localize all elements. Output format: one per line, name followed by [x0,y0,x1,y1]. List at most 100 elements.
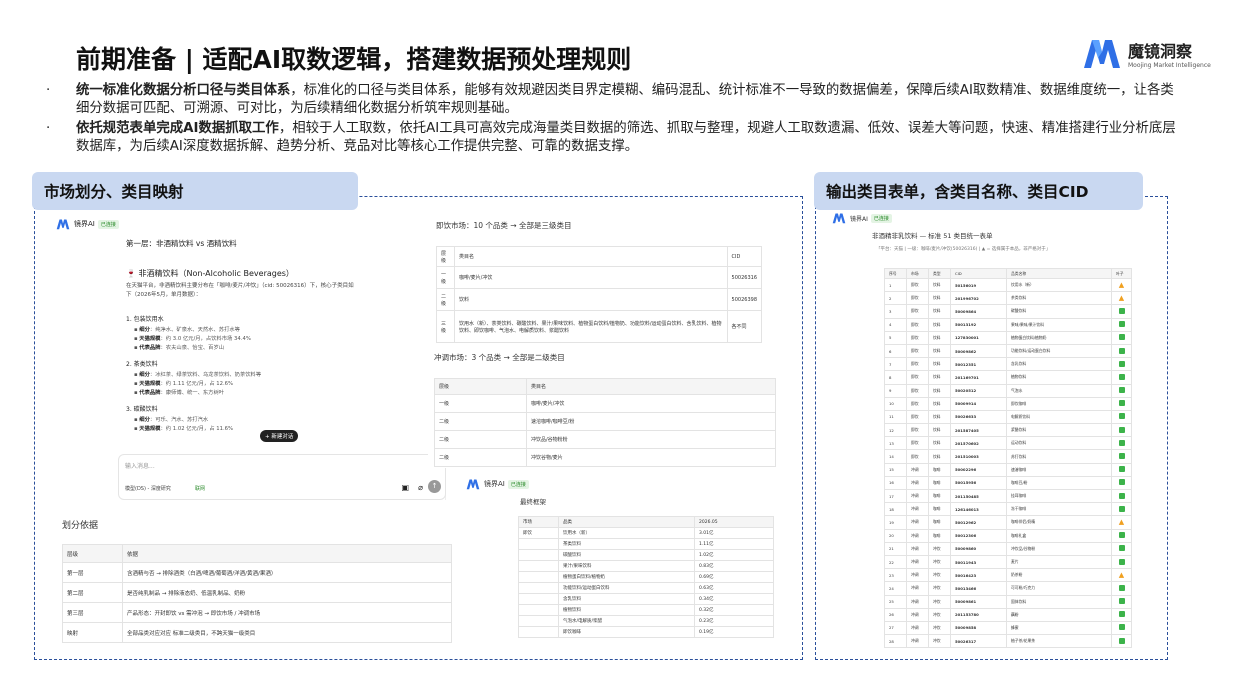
table-cell: 冲饮 [928,620,951,636]
table-cell: 咖啡豆/粉 [1006,475,1112,491]
table-cell: 冲饮 [928,634,951,649]
table-row: 16 冲调 咖啡 50015956 咖啡豆/粉 [884,475,1132,491]
leaf-flag-cell [1111,436,1132,451]
cid-panel: 镜界AI 已连接 非酒精非乳饮料 — 标准 51 类目统一表单 「平台：天猫 |… [826,210,1156,654]
table-cell: 饮料 [454,288,728,311]
table-row: 15 冲调 咖啡 50002296 速溶咖啡 [884,462,1132,477]
table-cell: 气泡水 [1006,383,1112,398]
table-row: 碳酸饮料 1.02亿 [518,549,774,561]
table-cell: 201996702 [950,291,1007,306]
table-cell: 冲饮 [928,554,951,570]
leaf-flag-cell [1111,343,1132,359]
table-cell: 藕粉 [1006,607,1112,622]
table-cell: 16 [884,475,907,491]
column-header: 类目名 [454,246,728,267]
table-cell: 植物饮料 [1006,370,1112,385]
table-cell: 冲饮品/谷物粉 [1006,541,1112,556]
detail-value: 纯净水、矿泉水、天然水、苏打水等 [155,327,240,333]
cid-table-title: 非酒精非乳饮料 — 标准 51 类目统一表单 [872,232,993,240]
chat-input-box[interactable]: 输入消息... 模型(DS) - 深度研究 联网 ▣ ⌀ ↑ [118,454,446,500]
send-icon[interactable]: ↑ [428,480,441,493]
mode-tag[interactable]: 联网 [195,485,205,492]
table-cell: 饮料 [928,330,951,345]
group-title: 1. 包装饮用水 [126,316,164,323]
table-cell: 咖啡 [928,488,951,504]
leaf-flag-cell [1111,581,1132,596]
table-cell [518,604,559,616]
checkbox-checked-icon [1118,360,1125,367]
image-icon[interactable]: ▣ [401,483,409,492]
chat-input[interactable]: 输入消息... [125,461,155,470]
chat-screenshot: 镜界AI 已连接 第一层：非酒精饮料 vs 酒精饮料 🍷 非酒精饮料（Non-A… [48,212,446,500]
table-cell: 固体饮料 [1006,594,1112,609]
table-cell: 127830001 [950,330,1007,345]
checkbox-checked-icon [1118,545,1125,552]
group-title: 2. 茶类饮料 [126,361,158,368]
checkbox-checked-icon [1118,611,1125,618]
checkbox-checked-icon [1118,598,1125,605]
column-header: 类型 [928,268,951,279]
checkbox-checked-icon [1118,347,1125,354]
checkbox-checked-icon [1118,505,1125,512]
table-cell: 50009860 [950,541,1007,556]
table-cell: 饮料 [928,343,951,359]
table-row: 二级 冲饮谷物/麦片 [434,448,776,467]
detail-value: 康师傅、统一、东方树叶 [165,390,225,396]
table-cell: 即饮 [906,423,929,438]
group-detail: ▪ 天猫规模：约 1.11 亿元/月，占 12.6% [134,381,234,387]
checkbox-checked-icon [1118,532,1125,539]
column-header: 品类 [558,516,695,528]
table-cell: 即饮 [906,317,929,332]
group-detail: ▪ 细分：可乐、汽水、苏打汽水 [134,417,209,423]
column-header: 类目名 [526,378,776,395]
table-row: 14 即饮 饮料 201510003 苏打饮料 [884,449,1132,464]
table-cell: 冲调 [906,620,929,636]
table-row: 20 冲调 咖啡 50012306 咖啡礼盒 [884,528,1132,543]
cid-table-note: 「平台：天猫 | 一级：咖啡/麦片/冲饮(50026316) | ▲ = 选择属… [876,247,1051,252]
table-cell: 即饮咖啡 [1006,396,1112,411]
warning-icon: ▲ [1118,294,1125,303]
table-cell: 二级 [434,448,527,467]
table-row: 果汁/果味饮料 0.83亿 [518,560,774,572]
detail-value: 约 3.0 亿元/月，占饮料市场 34.4% [165,336,251,342]
logo-name: 魔镜洞察 [1128,41,1193,61]
table-cell: 含乳饮料 [1006,357,1112,372]
right-section-tag: 输出类目表单，含类目名称、类目CID [814,172,1143,210]
table-cell: 12 [884,423,907,438]
group-detail: ▪ 细分：冰红茶、绿茶饮料、乌龙茶饮料、奶茶饮料等 [134,372,262,378]
table-cell [518,626,559,638]
table-cell: 饮料 [928,383,951,398]
detail-key: 天猫规模 [139,381,161,387]
bullet-item: · 依托规范表单完成AI数据抓取工作，相较于人工取数，依托AI工具可高效完成海量… [46,120,1176,156]
table-cell: 冲饮 [928,541,951,556]
table-cell: 茶类饮料 [1006,291,1112,306]
warning-icon: ▲ [1118,518,1125,527]
detail-key: 细分 [139,372,150,378]
table-cell: 即饮 [906,357,929,372]
cid-table: 序号 市场 类型 CID 品类名称 叶子 1 即饮 饮料 50156019 饮用水（新）… [884,268,1132,649]
table-cell: 201153780 [950,607,1007,622]
bullet-dot: · [46,121,51,136]
new-chat-button[interactable]: + 新建对话 [260,430,299,442]
bullet-item: · 统一标准化数据分析口径与类目体系，标准化的口径与类目体系，能够有效规避因类目… [46,82,1176,118]
table-cell: 饮料 [928,409,951,425]
table-cell: 冲调 [906,528,929,543]
table-cell: 28 [884,634,907,649]
table-cell: 24 [884,581,907,596]
table-cell: 冲调 [906,581,929,596]
table-cell: 50026316 [726,266,763,289]
table-cell: 咖啡 [928,502,951,517]
table-cell: 一级 [436,266,455,289]
checkbox-checked-icon [1118,400,1125,407]
model-select[interactable]: 模型(DS) - 深度研究 [125,485,171,492]
leaf-flag-cell [1111,304,1132,319]
checkbox-checked-icon [1118,624,1125,631]
attach-icon[interactable]: ⌀ [418,483,423,492]
leaf-flag-cell [1111,634,1132,649]
table-cell: 0.63亿 [694,582,774,594]
table-row: 植物蛋白饮料/植物奶 0.69亿 [518,571,774,583]
table-cell: 2 [884,291,907,306]
table-cell: 0.34亿 [694,593,774,605]
table-cell: 50016423 [950,568,1007,583]
table-cell: 201570602 [950,436,1007,451]
